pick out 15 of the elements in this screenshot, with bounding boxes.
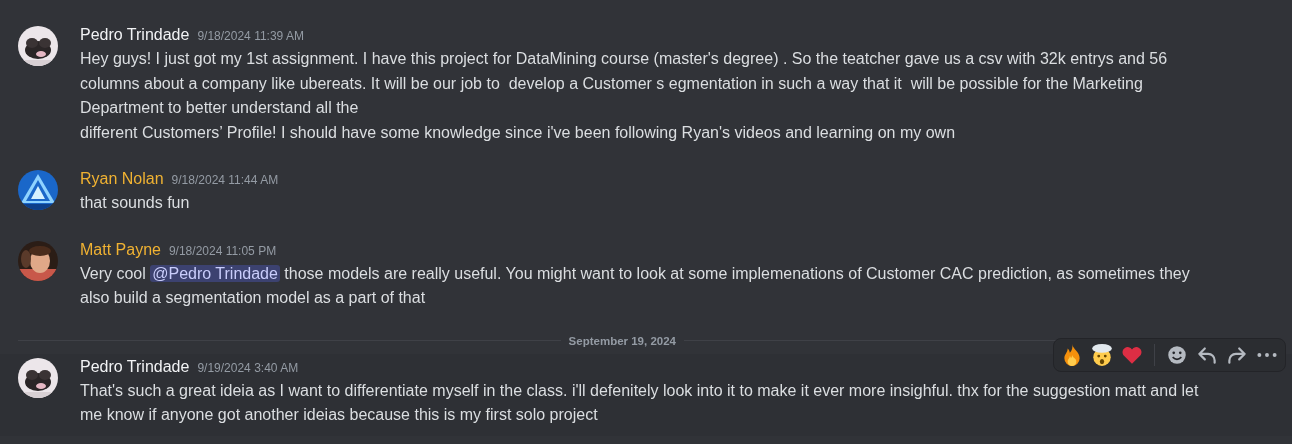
message-text: Hey guys! I just got my 1st assignment. I have this project for DataMining course (master's degree) . So the teatcher gave us a csv with 32k entrys and 56 columns about a company like ubereats. It will be our job to develop a Customer s egmentation in such a way that it will be possible for the Marketing Department to better understand all the different Customers’ Profile! I should have some knowledge since i've been following Ryan's videos and learning on my own [80, 49, 1169, 143]
username[interactable]: Ryan Nolan [80, 168, 164, 190]
shocked-face-icon[interactable] [1090, 342, 1114, 367]
username[interactable]: Matt Payne [80, 238, 161, 261]
timestamp: 9/18/2024 11:39 AM [197, 28, 304, 45]
mention-link[interactable]: @Pedro Trindade [150, 264, 280, 282]
message-text: That's such a great ideia as I want to differentiate myself in the class. i'll defenitely look into it to make it ever more insighful. thx for the suggestion matt and let me know if anyone got another ideias because this is my first solo project [80, 380, 1200, 425]
username[interactable]: Pedro Trindade [80, 24, 190, 46]
username[interactable]: Pedro Trindade [80, 355, 190, 378]
timestamp: 9/19/2024 3:40 AM [197, 359, 299, 377]
timestamp: 9/18/2024 11:05 PM [168, 242, 277, 260]
message-text: Very cool @Pedro Trindade those models are really useful. You might want to look at some implemenations of Customer CAC prediction, as sometimes they also build a segmentation model as a part of that [80, 263, 1191, 308]
message-text: that sounds fun [80, 193, 191, 213]
date-divider: September 19, 2024 [567, 334, 677, 347]
timestamp: 9/18/2024 11:44 AM [171, 172, 279, 189]
